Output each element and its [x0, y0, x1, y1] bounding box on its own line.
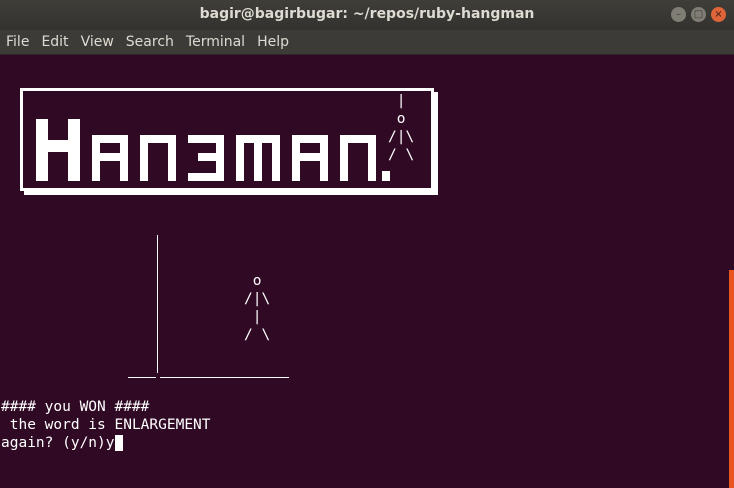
menu-edit[interactable]: Edit: [35, 34, 74, 50]
word-reveal: the word is ENLARGEMENT: [1, 417, 211, 433]
maximize-button[interactable]: □: [691, 7, 706, 22]
menubar: File Edit View Search Terminal Help: [0, 30, 734, 55]
gallows-pole: [157, 235, 158, 373]
prompt-text: again? (y/n): [1, 435, 106, 451]
text-cursor: [114, 435, 124, 451]
prompt-input[interactable]: y: [106, 435, 115, 451]
logo-hangman-figure: | o /|\ / \: [388, 93, 415, 163]
gallows-base-extension: [160, 377, 289, 378]
hangman-logo: [36, 119, 390, 181]
menu-file[interactable]: File: [0, 34, 35, 50]
window-title: bagir@bagirbugar: ~/repos/ruby-hangman: [199, 6, 535, 22]
hangman-figure: o /|\ | / \: [244, 273, 271, 343]
terminal-output: #### you WON #### the word is ENLARGEMEN…: [1, 398, 211, 452]
minimize-button[interactable]: –: [671, 7, 686, 22]
win-message: #### you WON ####: [1, 399, 150, 415]
window-titlebar[interactable]: bagir@bagirbugar: ~/repos/ruby-hangman –…: [0, 0, 734, 30]
close-button[interactable]: ×: [711, 7, 726, 22]
menu-view[interactable]: View: [75, 34, 120, 50]
menu-search[interactable]: Search: [120, 34, 180, 50]
scrollbar-thumb[interactable]: [729, 270, 734, 488]
menu-terminal[interactable]: Terminal: [180, 34, 251, 50]
prompt-line[interactable]: again? (y/n)y: [1, 434, 211, 452]
gallows-base: [128, 377, 156, 378]
terminal-area[interactable]: | o /|\ / \ o /|\ | / \ #### you WON ###…: [0, 55, 728, 488]
menu-help[interactable]: Help: [251, 34, 295, 50]
window-controls: – □ ×: [671, 7, 726, 22]
